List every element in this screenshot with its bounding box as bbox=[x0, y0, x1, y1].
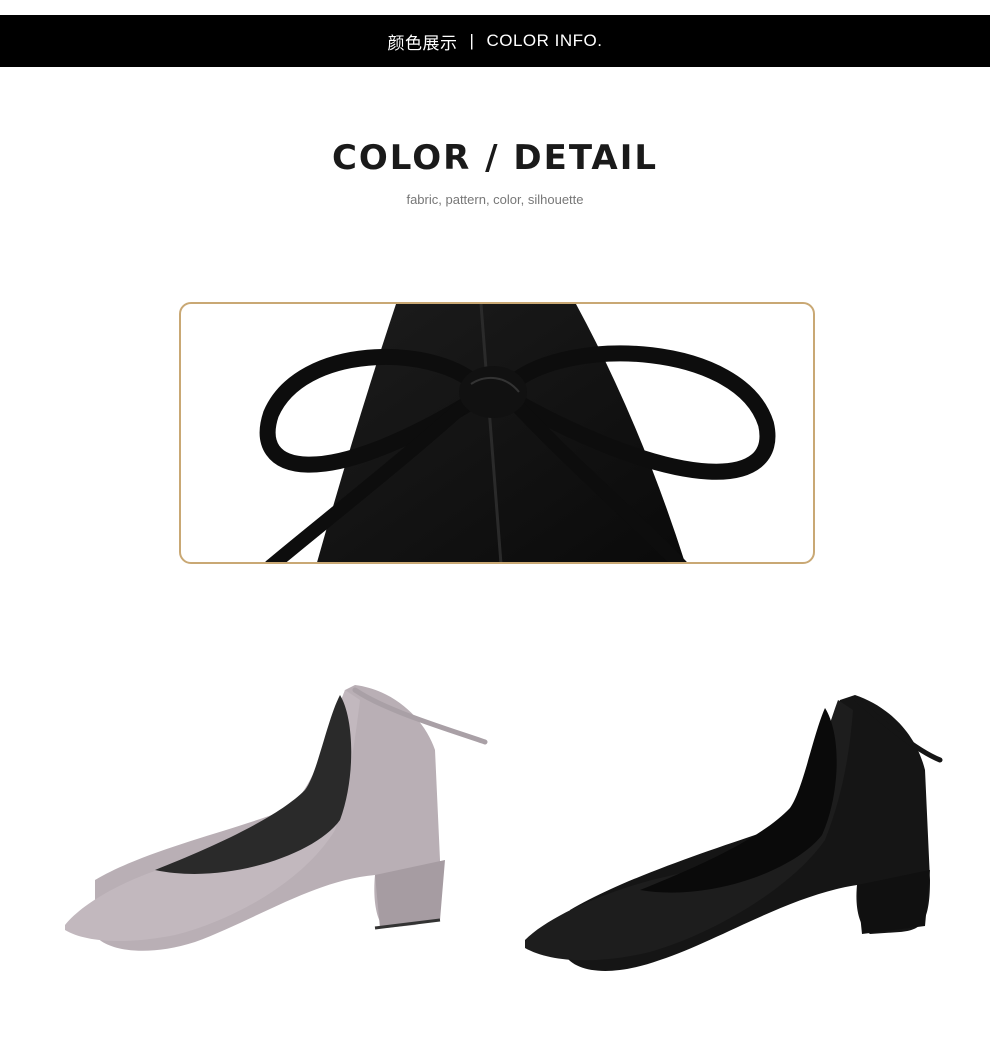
header-separator: | bbox=[469, 31, 475, 50]
grey-suede-pump-image bbox=[65, 685, 488, 951]
color-info-header-bar: 颜色展示 | COLOR INFO. bbox=[0, 15, 990, 67]
bow-detail-image bbox=[179, 302, 815, 564]
section-title: COLOR / DETAIL bbox=[331, 138, 659, 178]
black-suede-pump-image bbox=[525, 695, 943, 971]
section-subtitle: fabric, pattern, color, silhouette bbox=[406, 192, 584, 207]
header-title-cn: 颜色展示 bbox=[387, 33, 458, 53]
bow-detail-illustration bbox=[259, 304, 776, 562]
header-title-en: COLOR INFO. bbox=[486, 31, 603, 50]
